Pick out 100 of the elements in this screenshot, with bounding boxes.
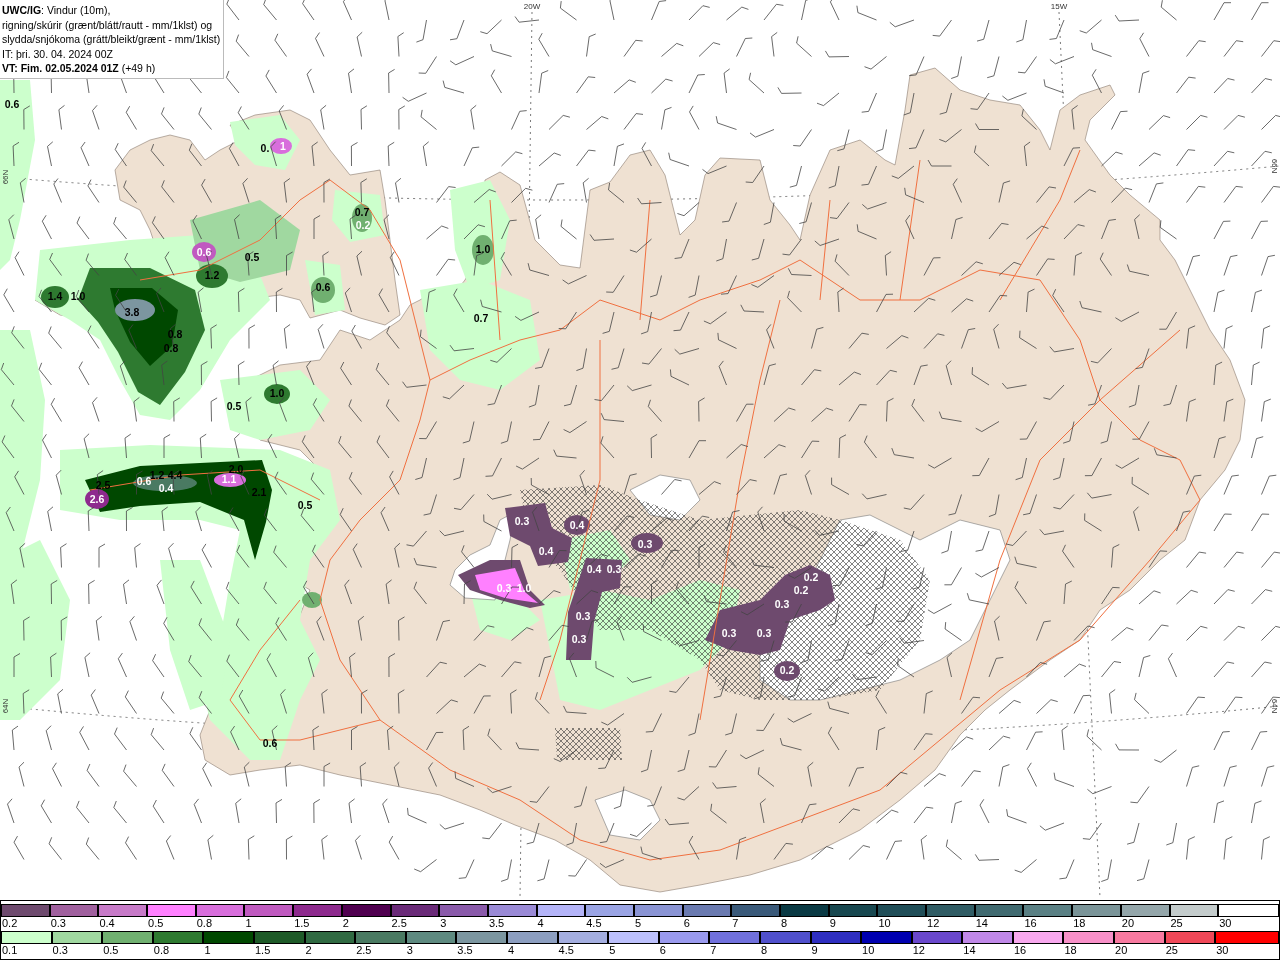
legend-value: 14 <box>962 944 976 957</box>
legend-value: 1.5 <box>253 944 271 957</box>
snow-amount-value: 0.4 <box>586 562 602 575</box>
legend-value: 6 <box>658 944 666 957</box>
legend-value: 7 <box>709 944 717 957</box>
legend-value: 1 <box>203 944 211 957</box>
snow-amount-value: 0.3 <box>575 609 591 622</box>
rain-amount-value: 0.5 <box>226 399 242 412</box>
rain-area <box>472 235 494 265</box>
rain-amount-value: 1.0 <box>269 386 285 399</box>
snow-amount-value: 0.2 <box>779 663 795 676</box>
legend-value: 0.1 <box>1 944 18 957</box>
legend-value: 16 <box>1012 944 1027 957</box>
legend-value: 25 <box>1164 944 1178 957</box>
rain-amount-value: 1.0 <box>475 242 491 255</box>
snow-amount-value: 1.1 <box>221 472 237 485</box>
snow-amount-value: 0.3 <box>721 626 737 639</box>
map-title: UWC/IG: Vindur (10m), rigning/skúrir (grænt/blátt/rautt - mm/1klst) og slydda/snjókoma (grátt/bleikt/grænt - mm/1klst) <box>2 3 221 47</box>
legend-value: 0.5 <box>102 944 119 957</box>
legend-value: 20 <box>1114 944 1128 957</box>
legend-value: 1.5 <box>293 917 310 930</box>
legend-value: 3.5 <box>456 944 473 957</box>
legend-value: 2.5 <box>390 917 407 930</box>
snow-amount-value: 0.3 <box>756 626 772 639</box>
rain-amount-value: 0.7 <box>354 205 370 218</box>
legend-value: 0.3 <box>51 944 68 957</box>
legend-value: 18 <box>1072 917 1086 930</box>
longitude-label: 20W <box>523 2 541 12</box>
snow-amount-value: 0.4 <box>538 544 554 557</box>
legend-value: 0.2 <box>1 917 18 930</box>
rain-area <box>230 115 300 170</box>
legend-value: 6 <box>682 917 690 930</box>
legend-value: 4 <box>506 944 515 957</box>
rain-amount-value: 3.8 <box>124 305 140 318</box>
snow-area <box>270 138 292 154</box>
legend-value: 5 <box>633 917 642 930</box>
rain-amount-value: 1.2 <box>204 268 220 281</box>
legend-value: 30 <box>1215 944 1229 957</box>
snow-amount-value: 2.6 <box>89 492 105 505</box>
rain-amount-value: 2.1 <box>251 485 267 498</box>
latitude-label: 64N <box>1269 698 1279 714</box>
legend-value: 12 <box>911 944 925 957</box>
legend-value: 30 <box>1218 917 1232 930</box>
legend-value: 14 <box>974 917 988 930</box>
rain-amount-value: 1.0 <box>70 289 86 302</box>
snow-amount-value: 0.3 <box>637 537 653 550</box>
rain-amount-value: 0.5 <box>297 498 313 511</box>
legend-value: 0.8 <box>152 944 170 957</box>
rain-amount-value: 0.8 <box>167 327 183 340</box>
snow-amount-value: 0.6 <box>136 474 152 487</box>
rain-area <box>41 286 69 308</box>
legend-value: 8 <box>780 917 788 930</box>
legend-value: 9 <box>828 917 836 930</box>
legend-value: 20 <box>1120 917 1135 930</box>
valid-time: VT: Fim. 02.05.2024 01Z (+49 h) <box>2 61 156 76</box>
legend-value: 3.5 <box>487 917 505 930</box>
legend-value: 10 <box>861 944 875 957</box>
legend-value: 0.5 <box>147 917 164 930</box>
legend-value: 0.8 <box>195 917 213 930</box>
snow-area <box>475 568 538 603</box>
legend-value: 18 <box>1063 944 1077 957</box>
snow-amount-value: 0.3 <box>774 597 790 610</box>
rain-amount-value: 1.4 <box>47 289 63 302</box>
legend-value: 4.5 <box>557 944 574 957</box>
sleet-hatch-area <box>555 728 622 760</box>
snow-amount-value: 0.2 <box>793 583 809 596</box>
latitude-label: 66N <box>1 169 11 185</box>
snow-amount-value: 0.4 <box>158 481 174 494</box>
rain-area <box>115 299 155 321</box>
glacier-area <box>594 789 661 841</box>
snow-amount-value: 0.6 <box>196 245 212 258</box>
legend-value: 2 <box>304 944 312 957</box>
rain-amount-value: 0.6 <box>4 97 20 110</box>
longitude-label: 15W <box>1050 2 1068 12</box>
latitude-label: 66N <box>1269 158 1279 174</box>
legend-value: 9 <box>810 944 818 957</box>
snow-area <box>774 661 800 681</box>
legend-value: 2 <box>341 917 349 930</box>
legend-value: 7 <box>731 917 739 930</box>
legend-value: 10 <box>877 917 891 930</box>
rain-amount-value: 4.4 <box>167 468 183 481</box>
legend-value: 5 <box>608 944 616 957</box>
rain-amount-value: 0. <box>260 141 270 154</box>
snow-area <box>631 533 663 553</box>
snow-area <box>214 473 246 487</box>
legend-value: 2.5 <box>355 944 372 957</box>
snow-amount-value: 1 <box>280 139 286 152</box>
rain-area <box>302 592 322 608</box>
rain-area <box>311 277 335 303</box>
legend-value: 8 <box>759 944 768 957</box>
rain-amount-value: 0.8 <box>163 341 179 354</box>
snow-amount-value: 0.3 <box>571 632 587 645</box>
legend-value: 16 <box>1023 917 1037 930</box>
rain-amount-value: 0.5 <box>244 250 260 263</box>
snow-amount-value: 0.3 <box>514 514 530 527</box>
legend-value: 12 <box>926 917 940 930</box>
legend-value: 3 <box>405 944 413 957</box>
rain-amount-value: 0.7 <box>473 311 489 324</box>
legend-value: 3 <box>439 917 447 930</box>
snow-amount-value: 0.3 <box>606 562 622 575</box>
